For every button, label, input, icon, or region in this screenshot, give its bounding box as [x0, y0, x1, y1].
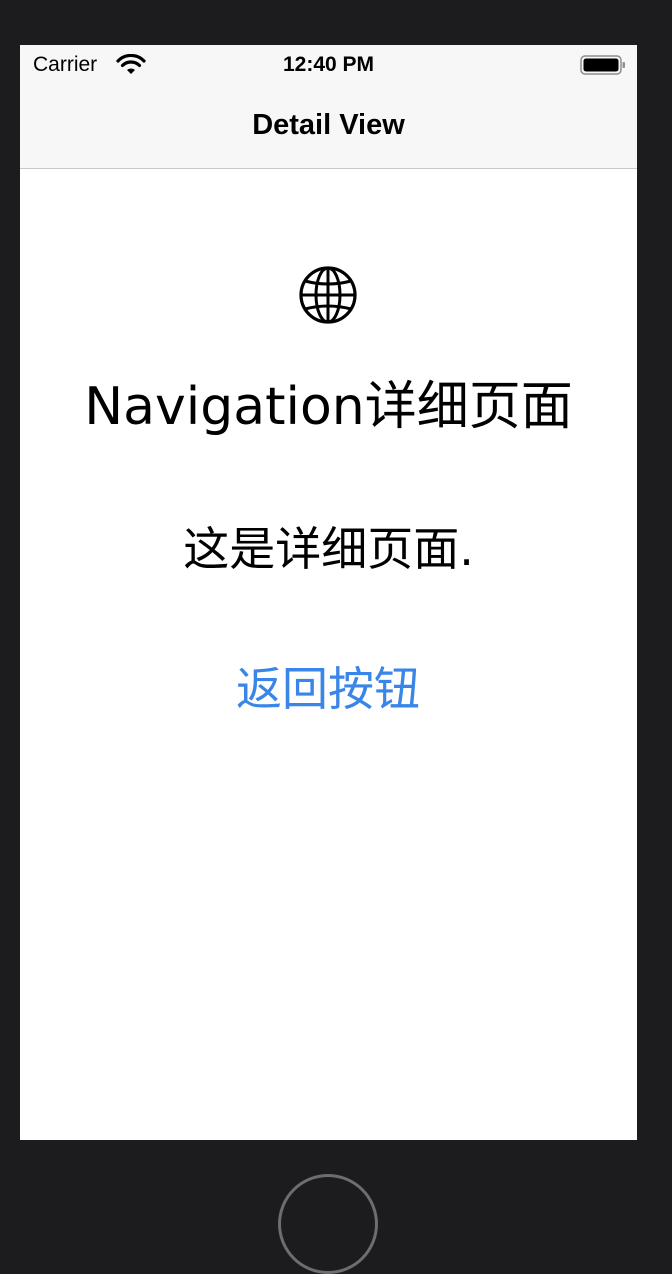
home-button[interactable] — [278, 1174, 378, 1274]
status-bar: Carrier 12:40 PM — [20, 45, 637, 85]
device-screen: Carrier 12:40 PM Detail View Navigation详… — [20, 45, 637, 1140]
page-heading: Navigation详细页面 — [84, 377, 573, 437]
globe-icon — [299, 266, 357, 324]
back-button[interactable]: 返回按钮 — [208, 657, 448, 721]
nav-title: Detail View — [252, 109, 405, 141]
navigation-bar: Detail View — [20, 85, 637, 169]
battery-icon — [580, 55, 625, 75]
detail-description: 这是详细页面. — [183, 522, 474, 576]
status-time: 12:40 PM — [282, 53, 375, 76]
